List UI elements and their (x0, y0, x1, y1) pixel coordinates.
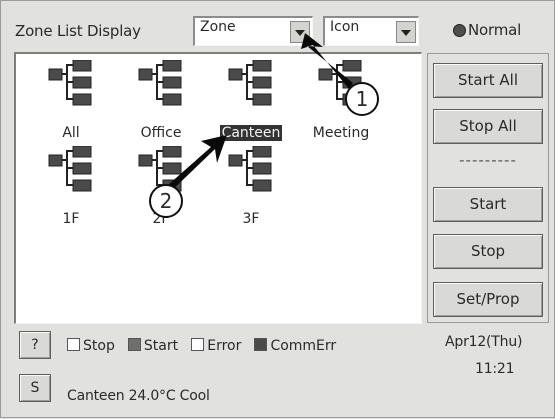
view-select[interactable]: Icon (323, 16, 419, 46)
s-button[interactable]: S (19, 374, 51, 402)
zone-item-office[interactable]: Office (116, 60, 206, 141)
zone-status-line: Canteen 24.0°C Cool (67, 388, 210, 404)
zone-label-selected: Canteen (219, 125, 283, 141)
callout-marker-1: 1 (345, 82, 379, 116)
stop-button[interactable]: Stop (433, 234, 543, 269)
zone-item-all[interactable]: All (26, 60, 116, 141)
zone-item-1f[interactable]: 1F (26, 146, 116, 227)
status-text: Normal (468, 21, 522, 39)
start-legend-swatch (127, 338, 141, 351)
zone-item-canteen[interactable]: Canteen (206, 60, 296, 141)
commerr-legend-swatch (254, 338, 268, 351)
help-button[interactable]: ? (19, 331, 51, 359)
time-display: 11:21 (475, 361, 515, 377)
chevron-down-icon[interactable] (290, 21, 310, 43)
error-legend-label: Error (207, 338, 242, 354)
set-prop-button[interactable]: Set/Prop (433, 282, 543, 317)
stop-legend-label: Stop (83, 338, 115, 354)
start-all-button[interactable]: Start All (433, 63, 543, 98)
chevron-down-icon[interactable] (396, 21, 416, 43)
tree-hierarchy-icon (228, 146, 272, 192)
zone-label: 3F (242, 211, 260, 227)
stop-legend-swatch (67, 338, 80, 351)
view-select-value: Icon (330, 19, 360, 35)
tree-hierarchy-icon (48, 146, 92, 192)
zone-item-3f[interactable]: 3F (206, 146, 296, 227)
stop-all-button[interactable]: Stop All (433, 109, 543, 144)
start-button[interactable]: Start (433, 187, 543, 222)
status-legend: Stop Start Error CommErr (59, 335, 336, 354)
error-legend-swatch (191, 338, 205, 351)
zone-label: 1F (62, 211, 80, 227)
status-dot-icon (453, 24, 466, 37)
zone-label: Meeting (312, 125, 370, 141)
zone-select-value: Zone (200, 19, 236, 35)
zone-select[interactable]: Zone (193, 16, 313, 46)
date-display: Apr12(Thu) (445, 334, 523, 350)
start-legend-label: Start (143, 338, 179, 354)
zone-label: Office (140, 125, 182, 141)
tree-hierarchy-icon (138, 60, 182, 106)
callout-marker-2: 2 (149, 184, 183, 218)
tree-hierarchy-icon (48, 60, 92, 106)
zone-list-display-label: Zone List Display (15, 22, 141, 40)
remote-controller-panel: Zone List Display Zone Icon Normal All O… (0, 0, 555, 418)
tree-hierarchy-icon (228, 60, 272, 106)
separator: --------- (459, 151, 517, 169)
commerr-legend-label: CommErr (270, 338, 337, 354)
zone-label: All (62, 125, 80, 141)
